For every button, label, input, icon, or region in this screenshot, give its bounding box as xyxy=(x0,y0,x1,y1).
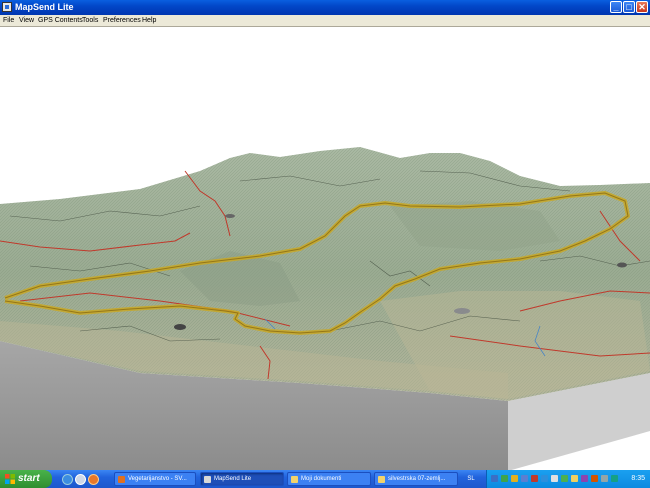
tray-security-icon[interactable] xyxy=(611,475,618,482)
desktop-quicklaunch-icon[interactable] xyxy=(75,474,86,485)
tray-display-icon[interactable] xyxy=(551,475,558,482)
tray-arrow-icon[interactable] xyxy=(491,475,498,482)
window-title: MapSend Lite xyxy=(15,2,74,12)
tray-power-icon[interactable] xyxy=(591,475,598,482)
firefox-icon xyxy=(118,476,125,483)
minimize-button[interactable]: _ xyxy=(610,1,622,13)
menu-gps-contents[interactable]: GPS Contents xyxy=(38,15,83,26)
menu-help[interactable]: Help xyxy=(142,15,156,26)
tray-media-icon[interactable] xyxy=(581,475,588,482)
menu-view[interactable]: View xyxy=(19,15,34,26)
app-icon[interactable] xyxy=(2,2,12,12)
taskbar-item-label: silvestrska 07-zemlj... xyxy=(388,476,446,482)
menu-file[interactable]: File xyxy=(3,15,14,26)
tray-messenger-icon[interactable] xyxy=(571,475,578,482)
system-tray: 8:35 xyxy=(486,470,650,488)
tray-shield-icon[interactable] xyxy=(511,475,518,482)
taskbar-item-mapsend[interactable]: MapSend Lite xyxy=(200,472,284,486)
taskbar-item-label: Vegetarijanstvo - SV... xyxy=(128,476,187,482)
menu-preferences[interactable]: Preferences xyxy=(103,15,141,26)
taskbar-item-label: Moji dokumenti xyxy=(301,476,342,482)
folder-icon xyxy=(378,476,385,483)
town-marker xyxy=(174,324,186,330)
tray-bluetooth-icon[interactable] xyxy=(541,475,548,482)
town-marker xyxy=(617,262,627,268)
taskbar-item-vegetarijanstvo[interactable]: Vegetarijanstvo - SV... xyxy=(114,472,196,486)
map-3d-view[interactable] xyxy=(0,26,650,471)
taskbar: start Vegetarijanstvo - SV... MapSend Li… xyxy=(0,470,650,488)
terrain-render[interactable] xyxy=(0,27,650,471)
menu-tools[interactable]: Tools xyxy=(82,15,98,26)
tray-network-icon[interactable] xyxy=(501,475,508,482)
taskbar-item-silvestrska[interactable]: silvestrska 07-zemlj... xyxy=(374,472,458,486)
folder-icon xyxy=(291,476,298,483)
mapsend-icon xyxy=(204,476,211,483)
town-marker xyxy=(225,214,235,218)
title-bar: MapSend Lite _ □ ✕ xyxy=(0,0,650,15)
tray-antivirus-icon[interactable] xyxy=(531,475,538,482)
close-button[interactable]: ✕ xyxy=(636,1,648,13)
menu-bar: File View GPS Contents Tools Preferences… xyxy=(0,15,650,26)
start-button[interactable]: start xyxy=(0,470,52,488)
taskbar-item-moji-dokumenti[interactable]: Moji dokumenti xyxy=(287,472,371,486)
clock[interactable]: 8:35 xyxy=(631,470,645,488)
maximize-button[interactable]: □ xyxy=(623,1,635,13)
tray-app-icon[interactable] xyxy=(521,475,528,482)
windows-logo-icon xyxy=(5,474,15,484)
firefox-quicklaunch-icon[interactable] xyxy=(88,474,99,485)
start-label: start xyxy=(18,473,40,484)
tray-volume-icon[interactable] xyxy=(601,475,608,482)
town-marker xyxy=(454,308,470,314)
taskbar-item-label: MapSend Lite xyxy=(214,476,252,482)
language-indicator[interactable]: SL xyxy=(460,472,482,486)
ie-quicklaunch-icon[interactable] xyxy=(62,474,73,485)
tray-update-icon[interactable] xyxy=(561,475,568,482)
